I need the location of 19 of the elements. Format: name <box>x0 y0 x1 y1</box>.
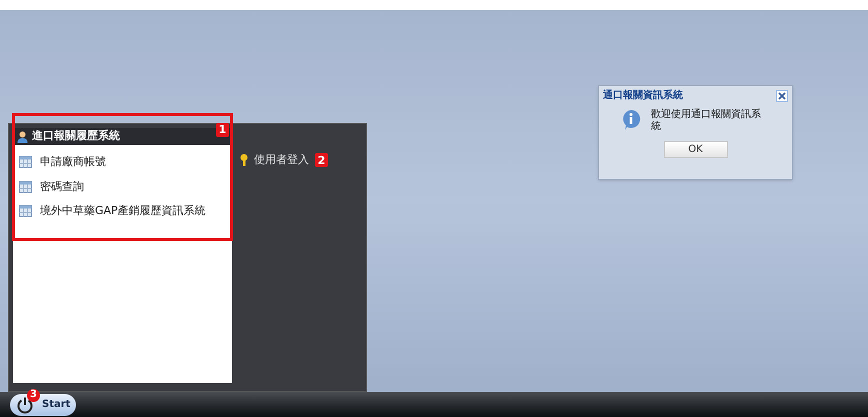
table-icon <box>19 205 32 218</box>
menu-title: 進口報關履歷系統 <box>32 128 120 144</box>
close-icon <box>778 92 786 100</box>
dialog-message: 歡迎使用通口報關資訊系統 <box>651 109 762 133</box>
menu-item[interactable]: 密碼查詢 <box>19 178 226 195</box>
table-icon <box>19 180 32 193</box>
user-icon <box>17 130 28 142</box>
table-icon <box>19 156 32 168</box>
key-icon <box>240 154 248 166</box>
menu-item[interactable]: 境外中草藥GAP產銷履歷資訊系統 <box>19 203 226 220</box>
close-button[interactable] <box>776 90 788 102</box>
power-icon <box>16 396 34 414</box>
login-link[interactable]: 使用者登入 <box>254 152 309 168</box>
annotation-badge: 2 <box>315 153 328 168</box>
dialog-title: 通口報關資訊系統 <box>603 88 683 103</box>
ok-button[interactable]: OK <box>664 141 728 158</box>
menu-item[interactable]: 申請廠商帳號 <box>19 154 226 170</box>
annotation-badge: 1 <box>216 122 229 136</box>
info-icon <box>621 109 641 131</box>
